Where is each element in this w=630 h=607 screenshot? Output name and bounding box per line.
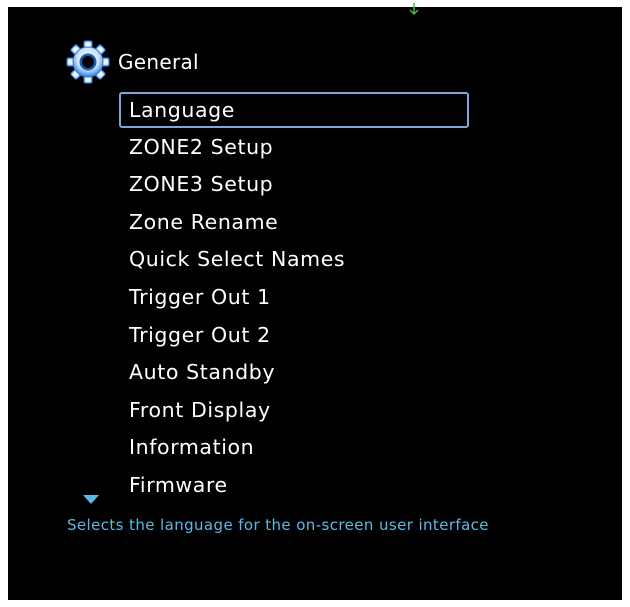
chevron-down-icon[interactable] xyxy=(82,493,100,505)
menu-item-auto-standby[interactable]: Auto Standby xyxy=(119,354,469,392)
help-text: Selects the language for the on-screen u… xyxy=(67,516,489,534)
menu-item-zone-rename[interactable]: Zone Rename xyxy=(119,204,469,242)
settings-menu-list: Language ZONE2 Setup ZONE3 Setup Zone Re… xyxy=(119,91,579,505)
menu-item-trigger-out-2[interactable]: Trigger Out 2 xyxy=(119,317,469,355)
header-title: General xyxy=(118,50,199,74)
menu-header: General xyxy=(64,40,199,84)
menu-item-zone2-setup[interactable]: ZONE2 Setup xyxy=(119,129,469,167)
gear-icon xyxy=(66,40,110,84)
menu-item-trigger-out-1[interactable]: Trigger Out 1 xyxy=(119,279,469,317)
menu-item-zone3-setup[interactable]: ZONE3 Setup xyxy=(119,166,469,204)
menu-item-front-display[interactable]: Front Display xyxy=(119,392,469,430)
green-marker-icon xyxy=(409,3,419,15)
menu-item-firmware[interactable]: Firmware xyxy=(119,467,469,505)
setup-menu-screen: General Language ZONE2 Setup ZONE3 Setup… xyxy=(8,3,622,600)
menu-item-language[interactable]: Language xyxy=(119,92,469,128)
menu-item-quick-select-names[interactable]: Quick Select Names xyxy=(119,241,469,279)
menu-item-information[interactable]: Information xyxy=(119,429,469,467)
